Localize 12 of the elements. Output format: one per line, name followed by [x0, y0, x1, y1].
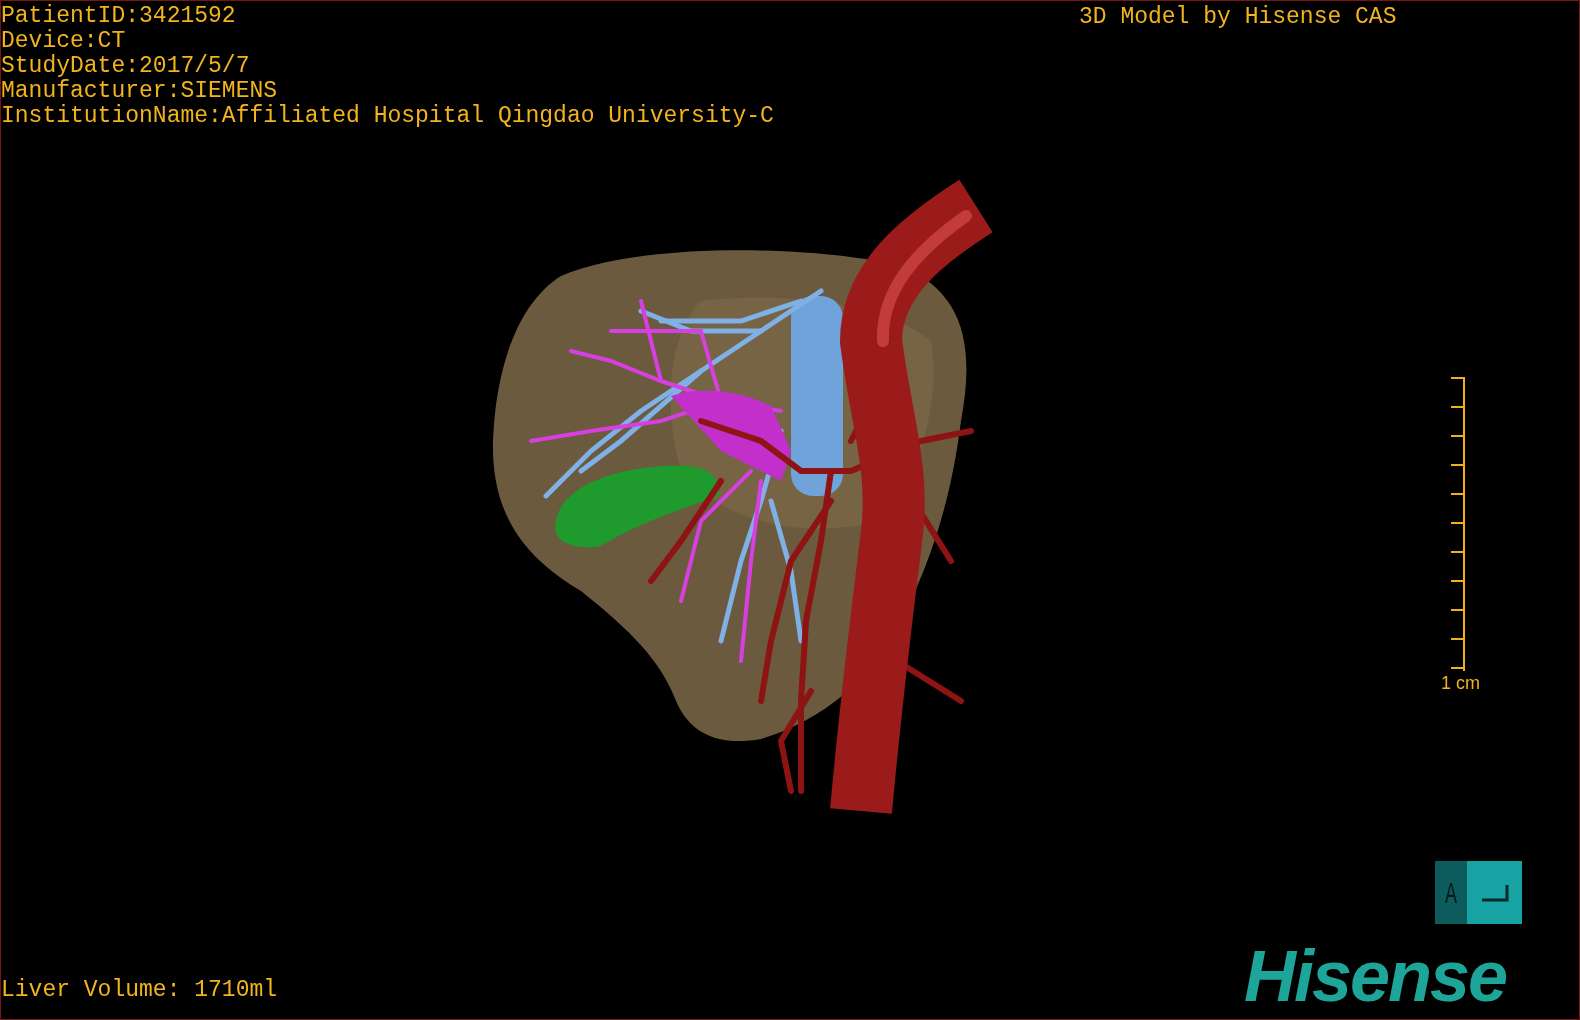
brand-logo: Hisense: [1244, 936, 1507, 1016]
patient-info-text: InstitutionName:Affiliated Hospital Qingdao University-C: [1, 104, 774, 129]
model-title: 3D Model by Hisense CAS: [1079, 5, 1397, 30]
cube-face-label: A: [1445, 875, 1457, 910]
patient-info-text: StudyDate:2017/5/7: [1, 54, 251, 79]
scale-bar-icon: [1448, 377, 1468, 671]
patient-info-text: PatientID:3421592: [1, 4, 237, 29]
cube-mark-icon: [1479, 882, 1510, 903]
scale-label: 1 cm: [1441, 673, 1480, 694]
patient-info-text: Device:CT: [1, 29, 127, 54]
liver-volume-text: Liver Volume: 1710ml: [1, 978, 278, 1003]
patient-info-text: Manufacturer:SIEMENS: [1, 79, 279, 104]
